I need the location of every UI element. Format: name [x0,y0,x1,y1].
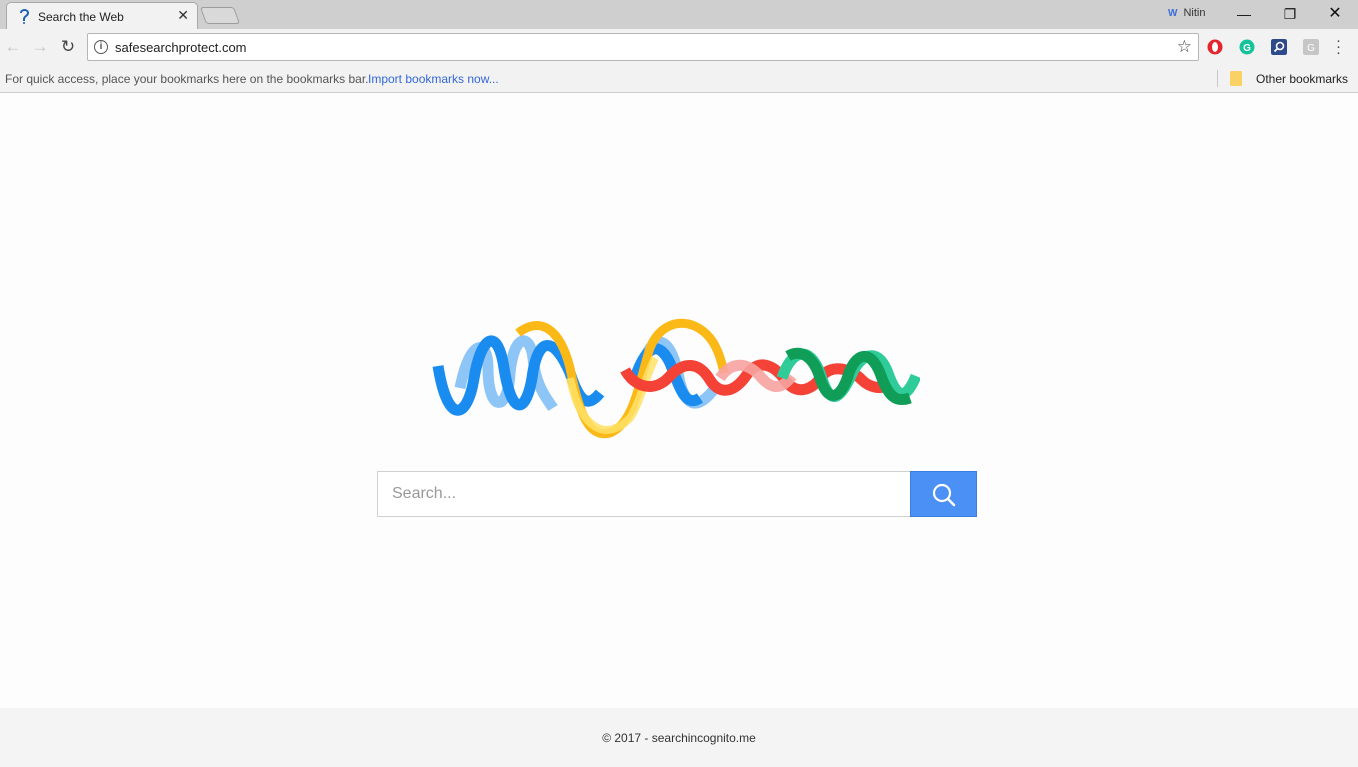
site-info-icon[interactable]: i [94,40,108,54]
back-arrow-icon[interactable]: ← [3,37,23,57]
browser-tab[interactable]: Search the Web ✕ [6,2,198,29]
minimize-button[interactable]: — [1222,3,1266,25]
forward-arrow-icon[interactable]: → [30,37,50,57]
tab-title: Search the Web [38,10,124,24]
opera-extension-icon[interactable] [1207,39,1223,55]
bookmarks-hint: For quick access, place your bookmarks h… [5,72,369,86]
page-footer: © 2017 - searchincognito.me [0,708,1358,767]
profile-button[interactable]: W Nitin [1168,7,1205,19]
close-window-button[interactable]: ✕ [1313,3,1357,25]
tab-close-icon[interactable]: ✕ [177,8,189,22]
svg-text:G: G [1307,43,1315,54]
helix-logo [432,318,920,439]
profile-icon: W [1168,8,1178,19]
footer-copyright: © 2017 - searchincognito.me [602,731,756,745]
tab-favicon-icon [20,9,30,24]
search-input[interactable] [377,471,911,517]
svg-text:G: G [1243,43,1251,54]
search-extension-icon[interactable] [1271,39,1287,55]
restore-button[interactable]: ❐ [1268,3,1312,25]
search-button[interactable] [910,471,977,517]
bookmarks-divider [1217,70,1218,87]
new-tab-button[interactable] [199,7,241,24]
reload-icon[interactable]: ↻ [58,37,78,57]
folder-icon [1230,71,1242,86]
bookmarks-bar: For quick access, place your bookmarks h… [0,65,1358,93]
search-icon [932,483,956,507]
address-bar[interactable]: i safesearchprotect.com ☆ [87,33,1199,61]
bookmark-star-icon[interactable]: ☆ [1177,37,1192,57]
grammarly-extension-icon[interactable]: G [1239,39,1255,55]
chrome-menu-icon[interactable]: · · · [1336,33,1341,60]
other-bookmarks-button[interactable]: Other bookmarks [1256,72,1348,86]
url-text[interactable]: safesearchprotect.com [115,40,247,55]
g-extension-icon[interactable]: G [1303,39,1319,55]
import-bookmarks-link[interactable]: Import bookmarks now... [368,72,499,86]
profile-name: Nitin [1183,7,1206,19]
browser-toolbar: ← → ↻ i safesearchprotect.com ☆ G G · · · [0,29,1358,65]
browser-title-bar: Search the Web ✕ W Nitin — ❐ ✕ [0,0,1358,29]
